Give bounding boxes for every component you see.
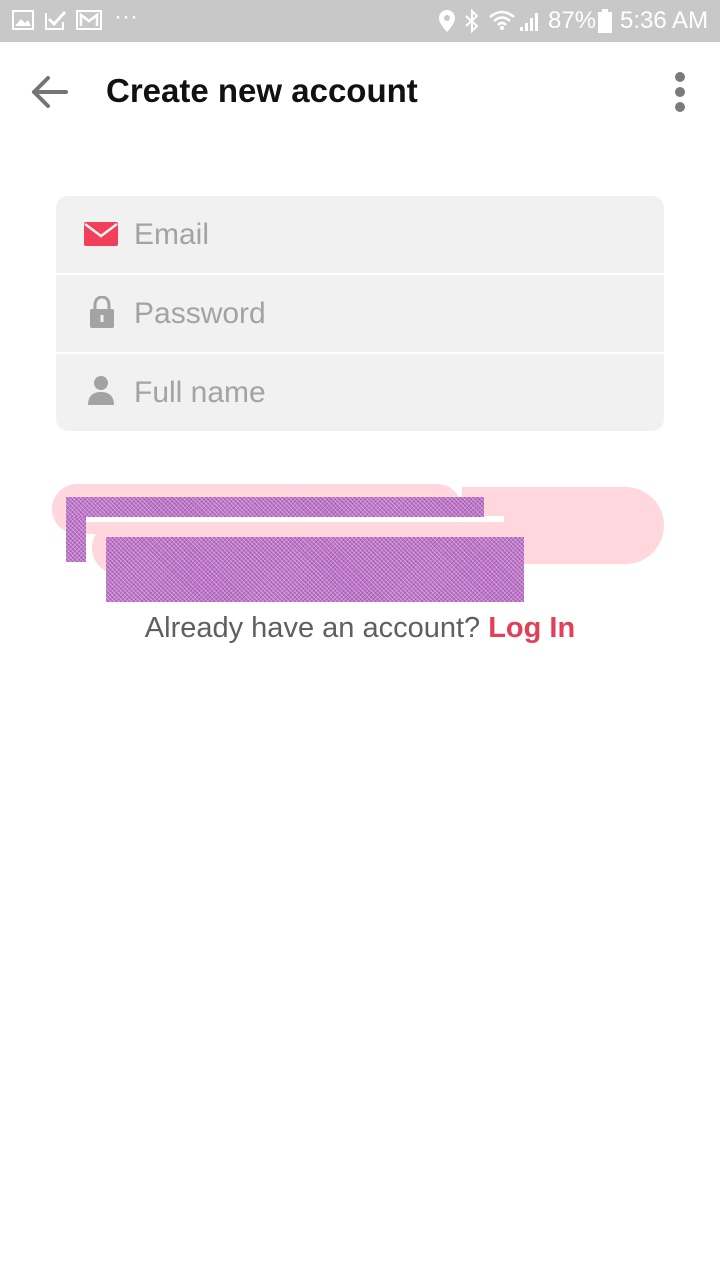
signup-form [56,196,664,431]
redaction-overlay [106,537,524,602]
location-icon [438,9,456,38]
bluetooth-icon [464,8,480,38]
status-bar: ··· 87% 5:36 AM [0,0,720,42]
app-bar: Create new account [0,42,720,142]
password-field[interactable] [134,275,644,352]
redaction-overlay [66,497,484,517]
login-prompt: Already have an account? Log In [0,612,720,645]
full-name-field[interactable] [134,354,644,431]
more-vert-icon [660,72,700,122]
more-notifications: ··· [114,3,138,30]
battery-percent: 87% [548,7,597,34]
gallery-icon [12,10,34,35]
gmail-icon [76,10,102,35]
redaction-overlay [66,517,86,562]
page-title: Create new account [106,72,418,109]
email-field-row[interactable] [56,196,664,273]
back-button[interactable] [22,70,78,114]
battery-icon [598,9,612,38]
login-prompt-text: Already have an account? [144,612,481,644]
wifi-icon [488,9,516,36]
arrow-back-icon [22,76,78,118]
check-icon [45,10,67,35]
full-name-field-row[interactable] [56,354,664,431]
signal-icon [518,12,542,37]
clock: 5:36 AM [620,7,709,34]
overflow-menu-button[interactable] [660,68,700,118]
password-field-row[interactable] [56,275,664,352]
lock-icon [90,295,114,333]
log-in-link[interactable]: Log In [488,612,575,644]
person-icon [88,375,114,410]
email-field[interactable] [134,196,644,273]
mail-icon [84,222,118,251]
